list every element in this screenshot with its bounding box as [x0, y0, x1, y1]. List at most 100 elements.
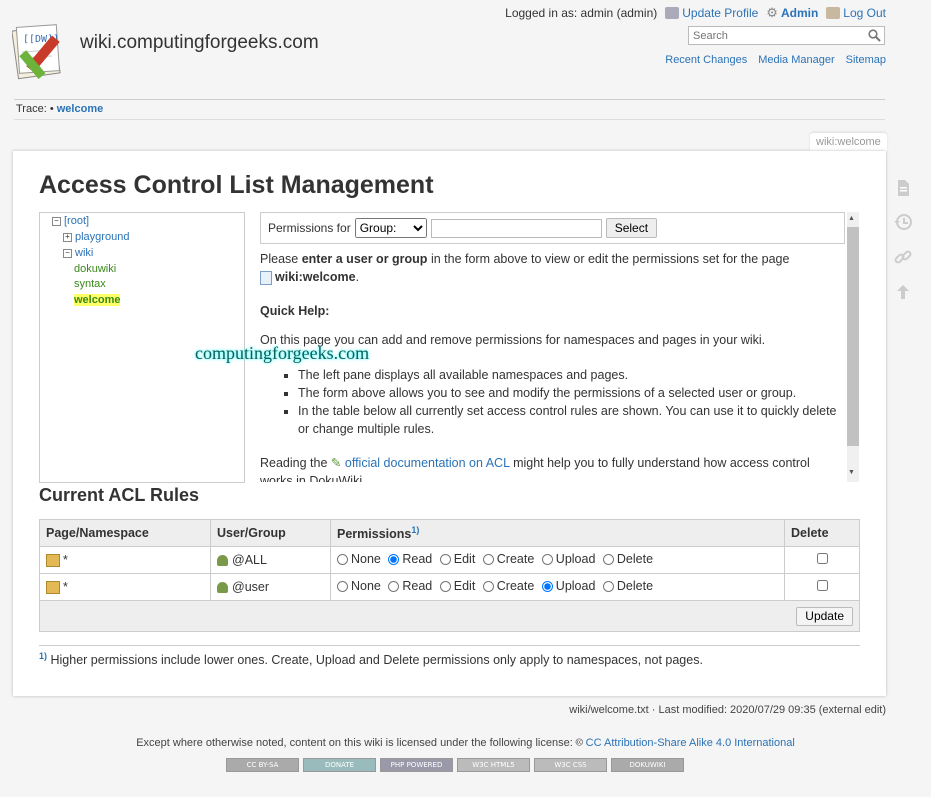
footer-badges: CC BY-SA DONATE PHP POWERED W3C HTML5 W3… [226, 758, 684, 772]
media-manager-link[interactable]: Media Manager [758, 54, 834, 66]
profile-icon [665, 7, 680, 19]
perm-delete[interactable]: Delete [602, 579, 653, 593]
license-link[interactable]: CC Attribution-Share Alike 4.0 Internati… [586, 737, 795, 749]
table-footer-row: Update [39, 600, 860, 632]
col-permissions: Permissions1) [330, 519, 785, 547]
watermark: computingforgeeks.com [195, 343, 370, 363]
col-delete: Delete [784, 519, 860, 547]
perm-none[interactable]: None [337, 579, 381, 593]
tree-page-dokuwiki[interactable]: dokuwiki [74, 263, 116, 275]
namespace-icon [46, 581, 60, 595]
acl-rules-heading: Current ACL Rules [39, 485, 200, 505]
list-item: The form above allows you to see and mod… [298, 384, 845, 402]
col-user: User/Group [210, 519, 331, 547]
breadcrumb-divider [14, 119, 885, 120]
page-id: wiki:welcome [810, 133, 887, 151]
delete-checkbox[interactable] [816, 580, 828, 591]
page-icon [260, 270, 272, 285]
sitemap-link[interactable]: Sitemap [846, 54, 886, 66]
quick-help-heading: Quick Help: [260, 304, 330, 318]
badge-dokuwiki[interactable]: DOKUWIKI [611, 758, 684, 772]
tree-page-syntax[interactable]: syntax [74, 278, 106, 290]
footnote: 1) Higher permissions include lower ones… [39, 651, 703, 668]
permissions-for-label: Permissions for [268, 221, 351, 235]
perm-upload[interactable]: Upload [541, 552, 595, 566]
footnote-ref[interactable]: 1) [411, 525, 419, 535]
badge-html5[interactable]: W3C HTML5 [457, 758, 530, 772]
table-row: * @user None Read Edit Create Upload Del… [39, 573, 860, 601]
show-page-icon[interactable] [893, 178, 913, 198]
collapse-icon[interactable]: − [52, 216, 61, 226]
intro-text: Please enter a user or group in the form… [260, 252, 790, 285]
group-icon [217, 555, 228, 567]
collapse-icon[interactable]: − [63, 248, 72, 258]
cc-icon: 🅭 [575, 737, 583, 749]
scroll-down-icon[interactable]: ▼ [848, 469, 855, 476]
perm-edit[interactable]: Edit [439, 579, 475, 593]
update-profile-link[interactable]: Update Profile [665, 6, 758, 20]
acl-table: Page/Namespace User/Group Permissions1) … [39, 519, 860, 632]
gear-icon: ⚙ [766, 5, 778, 20]
select-button[interactable]: Select [605, 218, 658, 238]
acl-type-select[interactable]: Group: [354, 218, 427, 238]
site-title[interactable]: wiki.computingforgeeks.com [80, 32, 319, 54]
page-name: wiki:welcome [275, 270, 356, 284]
page-content: Access Control List Management − [root] +… [13, 151, 886, 696]
scrollbar-thumb[interactable] [847, 227, 859, 446]
dokuwiki-logo[interactable]: [[DW]] [12, 20, 74, 82]
logout-link[interactable]: Log Out [826, 6, 886, 20]
group-icon [217, 582, 228, 594]
admin-link[interactable]: ⚙ Admin [766, 5, 818, 21]
recent-changes-link[interactable]: Recent Changes [665, 54, 747, 66]
namespace-icon [46, 554, 60, 568]
expand-icon[interactable]: + [63, 232, 72, 242]
perm-none[interactable]: None [337, 552, 381, 566]
site-tools: Recent Changes Media Manager Sitemap [665, 54, 886, 66]
scroll-up-icon[interactable]: ▲ [848, 215, 855, 222]
logout-icon [826, 7, 841, 19]
badge-css[interactable]: W3C CSS [534, 758, 607, 772]
user-bar: Logged in as: admin (admin) Update Profi… [505, 5, 886, 21]
delete-checkbox[interactable] [816, 553, 828, 564]
table-row: * @ALL None Read Edit Create Upload Dele… [39, 546, 860, 574]
acl-who-input[interactable] [430, 218, 602, 238]
search-icon[interactable] [868, 29, 881, 42]
perm-upload[interactable]: Upload [541, 579, 595, 593]
list-item: The left pane displays all available nam… [298, 366, 845, 384]
doc-info: wiki/welcome.txt · Last modified: 2020/0… [569, 704, 886, 716]
breadcrumb-welcome[interactable]: welcome [57, 103, 103, 115]
perm-edit[interactable]: Edit [439, 552, 475, 566]
reading-text: Reading the ✎ official documentation on … [260, 456, 810, 482]
search-input[interactable] [689, 27, 867, 45]
perm-create[interactable]: Create [482, 552, 534, 566]
permissions-form: Permissions for Group: Select [260, 212, 845, 244]
license-text: Except where otherwise noted, content on… [136, 737, 795, 749]
search-box[interactable] [688, 26, 885, 45]
tree-wiki[interactable]: − wiki [63, 247, 93, 259]
col-page: Page/Namespace [39, 519, 211, 547]
list-item: In the table below all currently set acc… [298, 402, 845, 438]
permission-radios: None Read Edit Create Upload Delete [330, 546, 785, 574]
footnote-mark[interactable]: 1) [39, 651, 47, 661]
badge-php[interactable]: PHP POWERED [380, 758, 453, 772]
backlinks-icon[interactable] [893, 247, 913, 267]
footnote-divider [39, 645, 860, 646]
table-header-row: Page/Namespace User/Group Permissions1) … [39, 519, 860, 547]
update-button[interactable]: Update [796, 606, 853, 626]
back-to-top-icon[interactable] [893, 282, 913, 302]
old-revisions-icon[interactable] [893, 212, 913, 232]
perm-delete[interactable]: Delete [602, 552, 653, 566]
breadcrumb: Trace: • welcome [16, 103, 104, 115]
perm-create[interactable]: Create [482, 579, 534, 593]
acl-docs-link[interactable]: official documentation on ACL [345, 456, 510, 470]
header-divider [14, 99, 885, 100]
tree-root[interactable]: − [root] [52, 215, 89, 227]
badge-donate[interactable]: DONATE [303, 758, 376, 772]
permission-radios: None Read Edit Create Upload Delete [330, 573, 785, 601]
badge-cc[interactable]: CC BY-SA [226, 758, 299, 772]
perm-read[interactable]: Read [388, 552, 432, 566]
tree-playground[interactable]: + playground [63, 231, 129, 243]
tree-page-welcome[interactable]: welcome [74, 294, 121, 306]
perm-read[interactable]: Read [388, 579, 432, 593]
doc-icon: ✎ [330, 456, 342, 470]
